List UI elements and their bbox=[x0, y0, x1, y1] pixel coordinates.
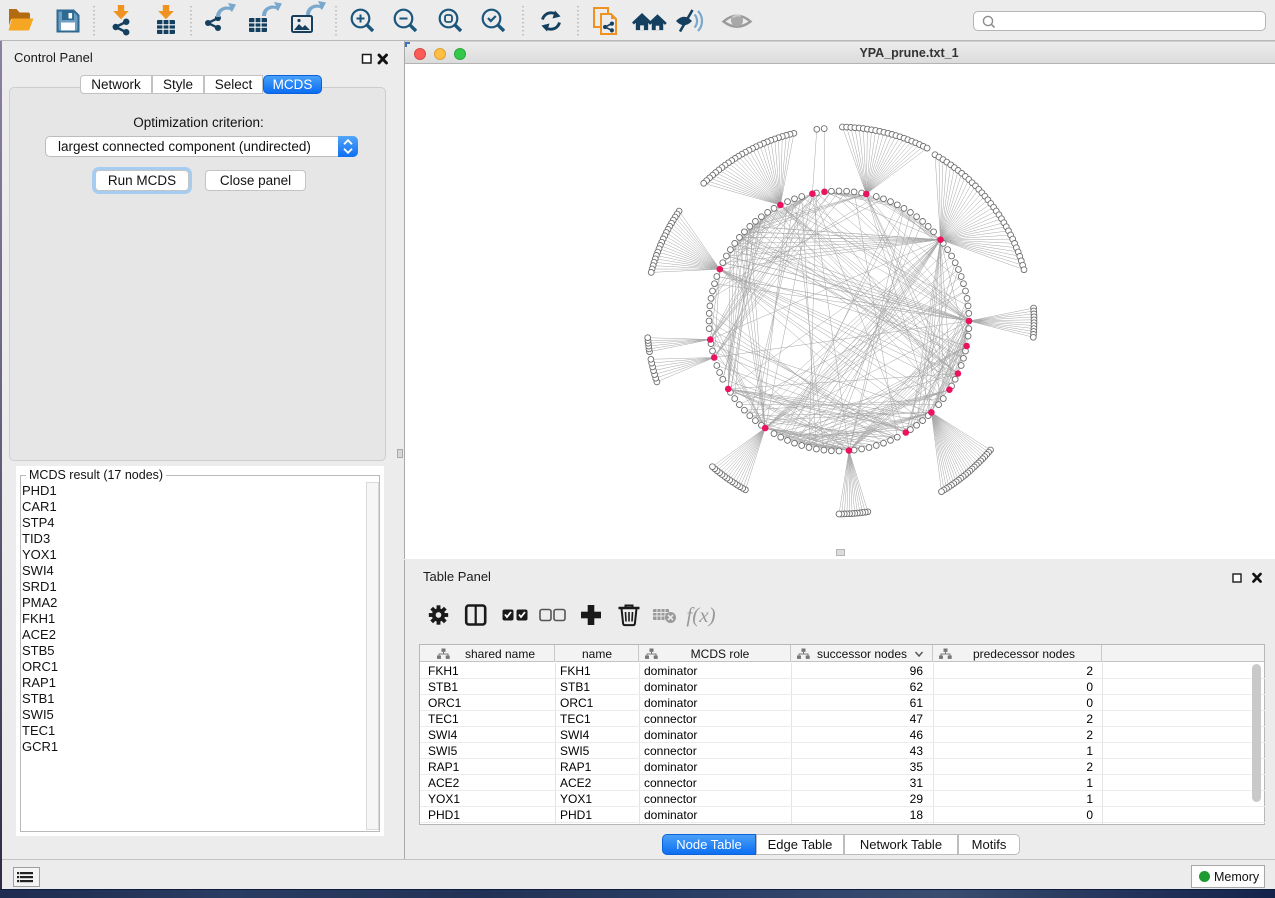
svg-text:f(x): f(x) bbox=[686, 603, 715, 627]
